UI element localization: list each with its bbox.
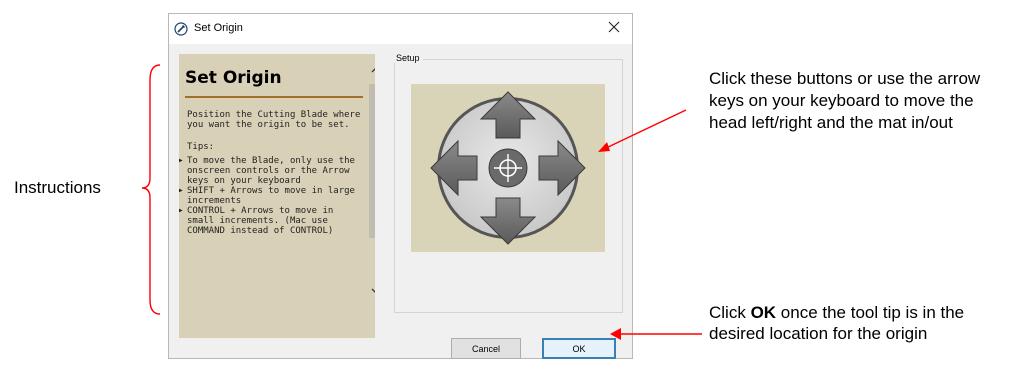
- annotation-arrow-control: [598, 109, 687, 152]
- annotation-arrow-ok: [610, 328, 702, 340]
- annotation-overlay: [141, 64, 702, 340]
- instructions-bracket: [141, 64, 161, 315]
